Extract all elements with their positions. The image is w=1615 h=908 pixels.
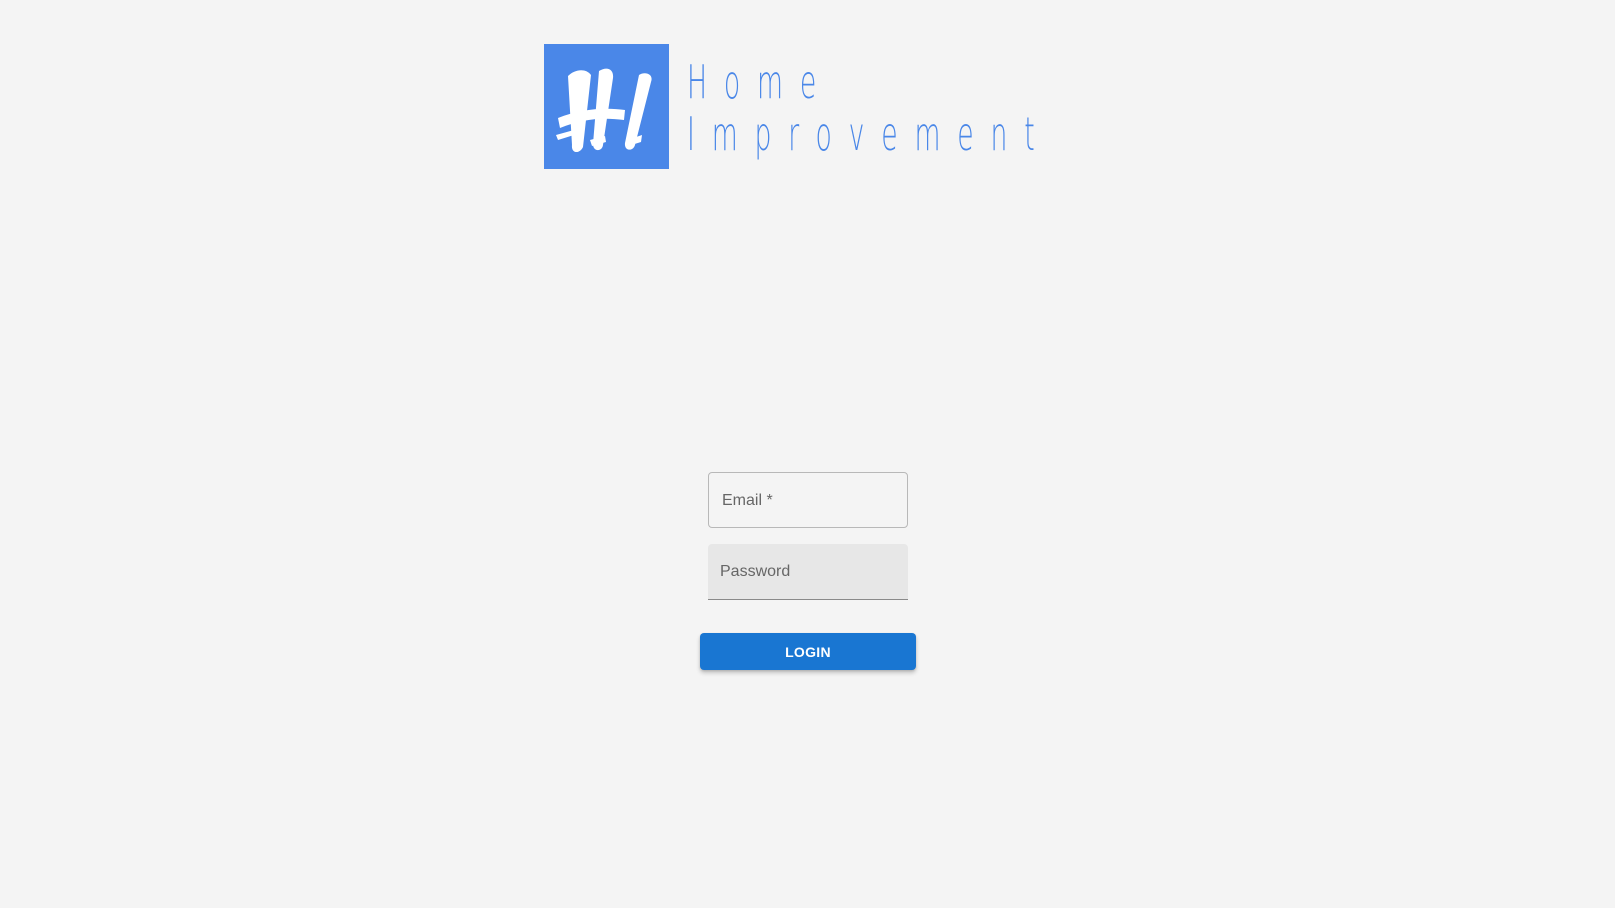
- login-button[interactable]: LOGIN: [700, 633, 916, 670]
- password-field[interactable]: Password: [708, 544, 908, 600]
- password-input[interactable]: [708, 544, 908, 599]
- email-input[interactable]: [709, 473, 907, 527]
- logo-mark: [544, 44, 669, 169]
- email-field[interactable]: Email *: [708, 472, 908, 528]
- logo-name-line-2: Improvement: [687, 107, 1052, 161]
- home-improvement-logo: Home Improvement: [544, 44, 1074, 169]
- logo-initials-brush-icon: [544, 44, 669, 169]
- logo-name-line-1: Home: [687, 55, 834, 109]
- logo-wordmark: Home Improvement: [687, 56, 1052, 160]
- login-form: Email * Password LOGIN: [700, 472, 916, 670]
